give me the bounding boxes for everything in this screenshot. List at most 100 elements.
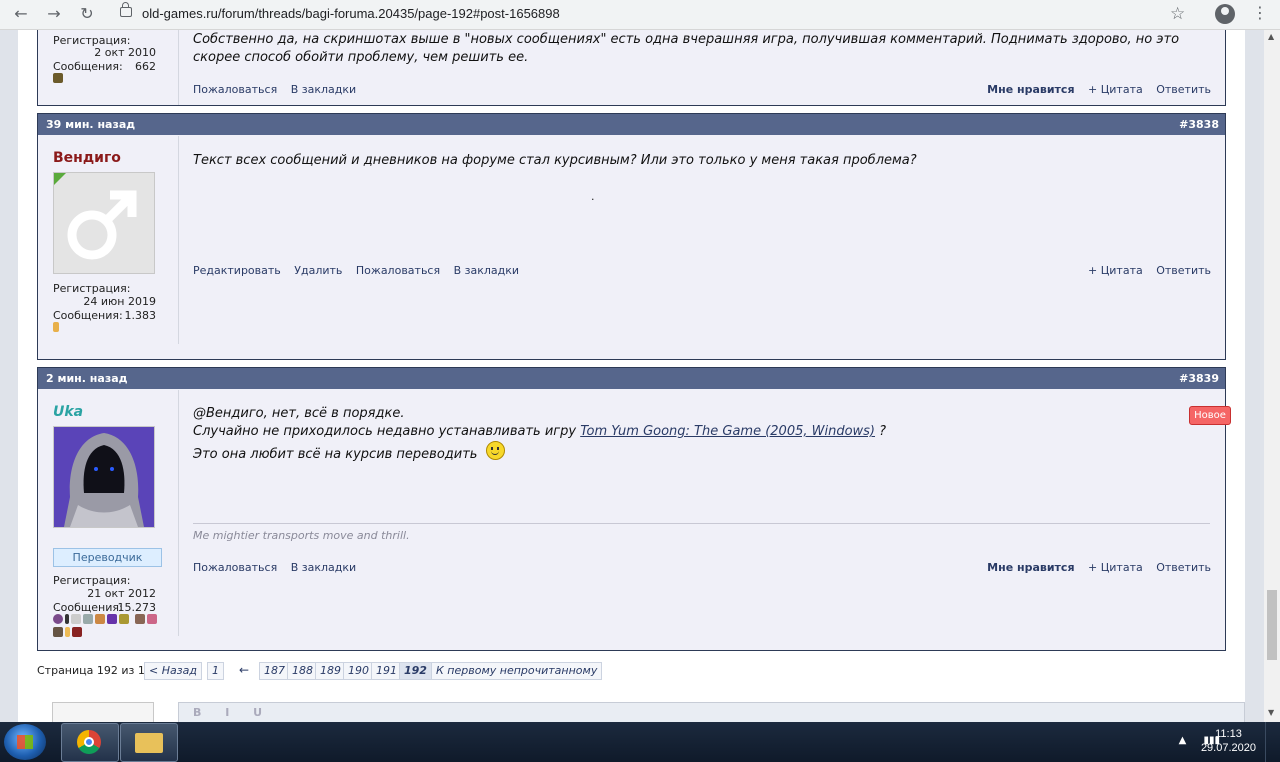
reply-link[interactable]: Ответить	[1156, 83, 1211, 96]
prev-page-button[interactable]: < Назад	[144, 662, 202, 680]
post-text: @Вендиго, нет, всё в порядке. Случайно н…	[193, 405, 1203, 464]
address-bar[interactable]: old-games.ru/forum/threads/bagi-foruma.2…	[112, 2, 1202, 25]
trophy-icon[interactable]	[107, 614, 117, 624]
page-link[interactable]: 190	[343, 662, 374, 680]
trophy-icon[interactable]	[53, 614, 63, 624]
bold-icon[interactable]: B I U	[193, 706, 272, 719]
male-symbol-icon	[67, 190, 137, 260]
post-time[interactable]: 39 мин. назад	[46, 114, 135, 135]
username[interactable]: Вендиго	[53, 150, 121, 166]
online-indicator	[54, 173, 66, 185]
post-actions-right: + Цитата Ответить	[1078, 264, 1211, 277]
trophy-icon[interactable]	[95, 614, 105, 624]
post-time[interactable]: 2 мин. назад	[46, 368, 128, 389]
post-number[interactable]: #3838	[1179, 114, 1219, 135]
quote-link[interactable]: + Цитата	[1088, 264, 1143, 277]
post-text-line: Собственно да, на скриншотах выше в "нов…	[193, 32, 1180, 47]
post-header: 2 мин. назад #3839	[38, 368, 1225, 389]
trophy-icon[interactable]	[71, 614, 81, 624]
post-number[interactable]: #3839	[1179, 368, 1219, 389]
quote-link[interactable]: + Цитата	[1088, 83, 1143, 96]
menu-dots-icon[interactable]: ⋮	[1252, 3, 1268, 22]
trophy-icon[interactable]	[146, 614, 157, 624]
bookmark-link[interactable]: В закладки	[291, 83, 356, 96]
user-column: Регистрация: 2 окт 2010 Сообщения: 662	[38, 30, 179, 105]
user-column: Uka Переводчик Регистрация: 21 окт 2012 …	[38, 390, 179, 637]
page-link[interactable]: 187	[259, 662, 290, 680]
current-page: 192	[399, 662, 432, 680]
post-3839: 2 мин. назад #3839 Uka Переводчик Регист…	[37, 367, 1231, 651]
msg-count: 662	[135, 60, 156, 73]
trophy-icon[interactable]	[72, 627, 82, 637]
page-link[interactable]: 191	[371, 662, 402, 680]
bookmark-star-icon[interactable]: ☆	[1170, 4, 1185, 24]
start-button-icon[interactable]	[4, 724, 46, 760]
reply-link[interactable]: Ответить	[1156, 561, 1211, 574]
first-unread-button[interactable]: К первому непрочитанному	[431, 662, 603, 680]
reload-icon[interactable]: ↻	[76, 4, 98, 24]
tray-arrow-icon[interactable]: ▲	[1179, 735, 1187, 746]
forum-content: Регистрация: 2 окт 2010 Сообщения: 662 С…	[18, 30, 1245, 722]
trophy-icon[interactable]	[53, 627, 63, 637]
taskbar-explorer[interactable]	[120, 723, 178, 762]
scroll-down-arrow-icon[interactable]: ▼	[1268, 708, 1274, 717]
reg-date: 24 июн 2019	[83, 295, 156, 308]
page-link[interactable]: 189	[315, 662, 346, 680]
stray-dot: .	[591, 190, 595, 203]
post-3838: 39 мин. назад #3838 Вендиго Регистрация:…	[37, 113, 1226, 360]
windows-taskbar: ▲ ▮▮▮ 11:13 29.07.2020	[0, 722, 1280, 762]
url-text: old-games.ru/forum/threads/bagi-foruma.2…	[142, 6, 560, 21]
delete-link[interactable]: Удалить	[294, 264, 342, 277]
taskbar-chrome[interactable]	[61, 723, 119, 762]
trophy-icon[interactable]	[119, 614, 129, 624]
post-actions-left: Пожаловаться В закладки	[193, 83, 366, 96]
back-arrow-icon[interactable]: ←	[10, 4, 32, 24]
report-link[interactable]: Пожаловаться	[193, 561, 277, 574]
like-link[interactable]: Мне нравится	[987, 561, 1074, 574]
lock-icon	[120, 2, 132, 17]
avatar[interactable]	[53, 426, 155, 528]
reg-date: 2 окт 2010	[94, 46, 156, 59]
page-scrollbar[interactable]: ▲ ▼	[1264, 30, 1280, 722]
avatar[interactable]	[53, 172, 155, 274]
reg-label: Регистрация:	[53, 282, 131, 295]
report-link[interactable]: Пожаловаться	[193, 83, 277, 96]
chrome-icon	[77, 730, 101, 754]
username[interactable]: Uka	[53, 404, 83, 420]
profile-icon[interactable]	[1215, 4, 1235, 24]
post-header: 39 мин. назад #3838	[38, 114, 1225, 135]
post-actions-right: Мне нравится + Цитата Ответить	[977, 561, 1211, 574]
trophy-icon[interactable]	[134, 614, 145, 624]
msg-count: 1.383	[124, 309, 157, 322]
game-link[interactable]: Tom Yum Goong: The Game (2005, Windows)	[580, 424, 875, 439]
page-link[interactable]: 188	[287, 662, 318, 680]
trophy-icon[interactable]	[83, 614, 93, 624]
quote-link[interactable]: + Цитата	[1088, 561, 1143, 574]
hooded-figure-image	[54, 427, 154, 527]
post-text-line: скорее способ обойти проблему, чем решит…	[193, 50, 529, 65]
page-link[interactable]: 1	[207, 662, 224, 680]
trophy-icon[interactable]	[53, 322, 59, 332]
report-link[interactable]: Пожаловаться	[356, 264, 440, 277]
like-link[interactable]: Мне нравится	[987, 83, 1074, 96]
scroll-thumb[interactable]	[1267, 590, 1277, 660]
edit-link[interactable]: Редактировать	[193, 264, 281, 277]
browser-toolbar: ← → ↻ old-games.ru/forum/threads/bagi-fo…	[0, 0, 1280, 30]
smiley-icon	[485, 441, 505, 460]
bookmark-link[interactable]: В закладки	[291, 561, 356, 574]
post-previous: Регистрация: 2 окт 2010 Сообщения: 662 С…	[37, 30, 1226, 106]
trophy-icon[interactable]	[65, 627, 70, 637]
reply-link[interactable]: Ответить	[1156, 264, 1211, 277]
reply-editor-toolbar[interactable]: B I U	[178, 702, 1245, 722]
clock[interactable]: 11:13 29.07.2020	[1201, 727, 1256, 755]
bookmark-link[interactable]: В закладки	[454, 264, 519, 277]
trophy-icon[interactable]	[65, 614, 69, 624]
page-label: Страница 192 из 192	[37, 664, 159, 677]
forward-arrow-icon[interactable]: →	[43, 4, 65, 24]
page-jump-icon[interactable]: ←	[239, 663, 249, 677]
show-desktop-button[interactable]	[1265, 722, 1280, 762]
user-column: Вендиго Регистрация: 24 июн 2019 Сообщен…	[38, 136, 179, 344]
trophy-icons	[53, 73, 65, 86]
scroll-up-arrow-icon[interactable]: ▲	[1268, 32, 1274, 41]
trophy-icon[interactable]	[53, 73, 63, 83]
